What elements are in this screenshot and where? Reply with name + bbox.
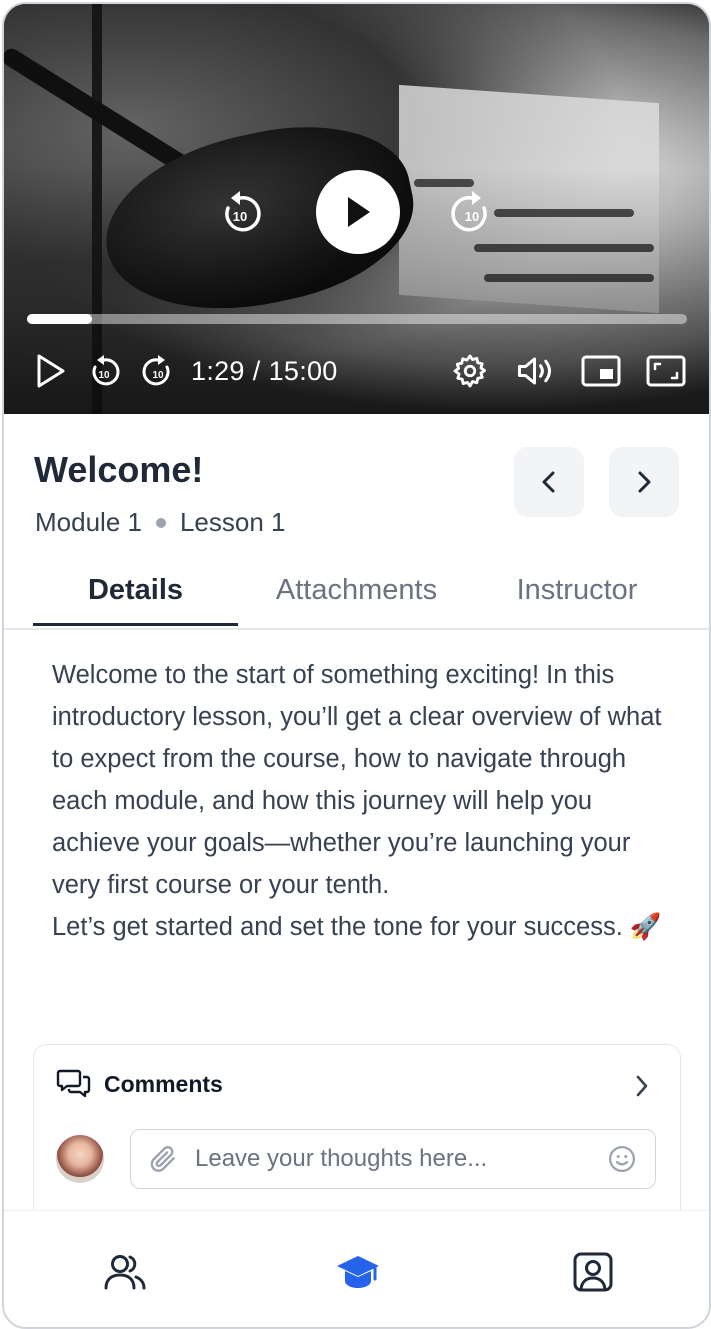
- video-control-bar: 10 10 1:29 / 15:00: [4, 349, 709, 393]
- separator-dot: [155, 517, 166, 528]
- nav-profile[interactable]: [568, 1247, 618, 1297]
- rewind-10-button[interactable]: 10: [218, 188, 262, 238]
- lesson-tabs: Details Attachments Instructor: [4, 564, 709, 630]
- community-icon: [104, 1255, 146, 1290]
- big-play-button[interactable]: [316, 170, 400, 254]
- time-separator: /: [252, 356, 261, 386]
- emoji-icon[interactable]: [607, 1144, 637, 1174]
- profile-icon: [573, 1252, 613, 1292]
- volume-icon: [518, 357, 551, 385]
- video-player[interactable]: 10 10 10 10 1:29 / 15:00: [4, 4, 709, 414]
- tab-attachments[interactable]: Attachments: [254, 574, 459, 607]
- chevron-right-icon: [638, 471, 651, 493]
- current-time: 1:29: [191, 356, 245, 386]
- play-outline-icon: [37, 354, 65, 388]
- gear-icon: [453, 354, 486, 388]
- module-label: Module 1: [35, 507, 142, 537]
- tab-instructor[interactable]: Instructor: [482, 574, 672, 607]
- volume-button[interactable]: [513, 349, 559, 393]
- bottom-navigation: [4, 1210, 709, 1327]
- forward-10-button[interactable]: 10: [450, 188, 494, 238]
- video-progress-fill: [27, 314, 93, 324]
- nav-community[interactable]: [100, 1247, 150, 1297]
- paperclip-icon[interactable]: [147, 1143, 179, 1175]
- chevron-left-icon: [542, 471, 555, 493]
- video-time: 1:29 / 15:00: [191, 356, 338, 387]
- comments-title: Comments: [104, 1070, 223, 1097]
- center-controls: 10 10: [4, 170, 709, 256]
- forward-small-icon: 10: [142, 355, 170, 386]
- forward-icon: 10: [451, 191, 487, 232]
- picture-in-picture-button[interactable]: [580, 349, 622, 393]
- duration: 15:00: [268, 356, 338, 386]
- avatar: [56, 1135, 104, 1183]
- comment-input-field[interactable]: [130, 1129, 656, 1189]
- lesson-breadcrumb: Module 1 Lesson 1: [35, 507, 286, 538]
- fullscreen-button[interactable]: [645, 349, 687, 393]
- forward-small-button[interactable]: 10: [138, 349, 178, 393]
- previous-lesson-button[interactable]: [514, 447, 584, 517]
- comment-input[interactable]: [193, 1144, 597, 1174]
- rewind-small-icon: 10: [92, 355, 120, 386]
- comments-icon: [56, 1069, 91, 1098]
- app-frame: 10 10 10 10 1:29 / 15:00 Welcome! Module…: [2, 2, 711, 1329]
- courses-icon: [337, 1256, 379, 1288]
- forward-small-seconds: 10: [152, 370, 164, 381]
- lesson-title: Welcome!: [34, 449, 204, 490]
- description-paragraph: Welcome to the start of something exciti…: [52, 661, 662, 899]
- rewind-small-button[interactable]: 10: [84, 349, 124, 393]
- active-tab-indicator: [33, 623, 238, 626]
- play-icon: [348, 197, 370, 227]
- comments-header[interactable]: Comments: [56, 1067, 223, 1101]
- forward-seconds: 10: [465, 209, 479, 224]
- fullscreen-icon: [646, 355, 686, 387]
- tab-details[interactable]: Details: [33, 574, 238, 607]
- video-progress-bar[interactable]: [27, 314, 687, 324]
- lesson-label: Lesson 1: [179, 507, 286, 537]
- chevron-right-icon: [636, 1075, 648, 1097]
- play-button[interactable]: [30, 349, 70, 393]
- rewind-icon: 10: [225, 191, 261, 232]
- settings-button[interactable]: [448, 349, 492, 393]
- pip-icon: [581, 355, 621, 387]
- next-lesson-button[interactable]: [609, 447, 679, 517]
- rewind-seconds: 10: [233, 209, 247, 224]
- lesson-description: Welcome to the start of something exciti…: [52, 654, 677, 948]
- nav-courses[interactable]: [333, 1247, 383, 1297]
- comments-expand-button[interactable]: [634, 1073, 650, 1104]
- description-paragraph: Let’s get started and set the tone for y…: [52, 913, 662, 941]
- rewind-small-seconds: 10: [98, 370, 110, 381]
